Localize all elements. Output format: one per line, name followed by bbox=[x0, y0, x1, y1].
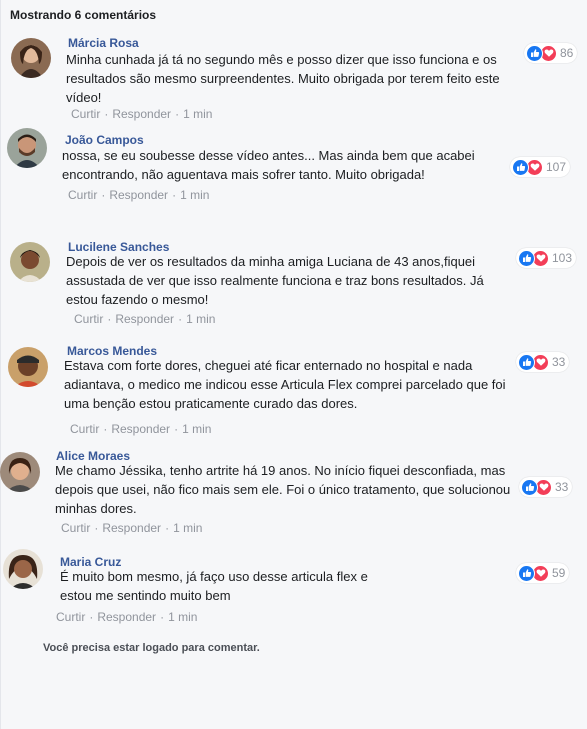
like-icon bbox=[526, 44, 543, 62]
like-icon bbox=[518, 353, 535, 371]
login-required-note: Você precisa estar logado para comentar. bbox=[43, 642, 260, 654]
like-icon bbox=[521, 478, 538, 496]
like-icon bbox=[518, 564, 535, 582]
like-link[interactable]: Curtir bbox=[56, 610, 85, 624]
comment-text: É muito bom mesmo, já faço uso desse art… bbox=[60, 569, 368, 603]
separator: · bbox=[89, 610, 94, 624]
like-icon bbox=[512, 158, 529, 176]
separator: · bbox=[160, 610, 165, 624]
avatar[interactable] bbox=[3, 549, 43, 589]
comment-item: Maria Cruz É muito bom mesmo, já faço us… bbox=[0, 0, 587, 630]
reaction-summary[interactable]: 59 bbox=[516, 563, 570, 583]
reply-link[interactable]: Responder bbox=[97, 610, 156, 624]
comment-timestamp: 1 min bbox=[168, 610, 198, 624]
comment-actions: Curtir · Responder · 1 min bbox=[56, 610, 197, 624]
reaction-count: 59 bbox=[552, 566, 566, 580]
like-icon bbox=[518, 249, 535, 267]
